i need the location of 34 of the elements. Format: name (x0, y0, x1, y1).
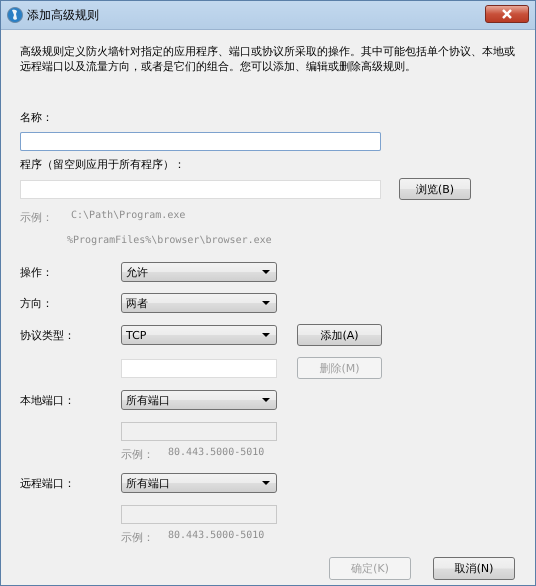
program-field[interactable] (20, 180, 381, 198)
port-label: 本地端口： (20, 392, 76, 408)
dropdown-arrow-icon (262, 398, 270, 402)
dropdown-arrow-icon (262, 481, 270, 485)
protocol-dropdown[interactable]: TCP (121, 325, 277, 345)
name-field[interactable] (20, 132, 381, 151)
example-label: 示例： (121, 530, 154, 545)
port-dropdown[interactable]: 所有端口 (121, 390, 277, 410)
example-label: 示例： (20, 210, 53, 225)
dropdown-arrow-icon (262, 301, 270, 305)
description-text: 高级规则定义防火墙针对指定的应用程序、端口或协议所采取的操作。其中可能包括单个协议、本地或远程端口以及流量方向，或者是它们的组合。您可以添加、编辑或删除高级规则。 (20, 44, 516, 74)
port-example: 80.443.5000-5010 (168, 530, 264, 543)
field-label: 方向： (20, 296, 54, 310)
example-label: 示例： (121, 447, 154, 462)
protocol-field[interactable] (121, 358, 277, 378)
name-label: 名称： (20, 110, 54, 125)
close-icon (501, 9, 513, 19)
example-path: %ProgramFiles%\browser\browser.exe (67, 235, 272, 246)
program-label: 程序（留空则应用于所有程序）： (20, 157, 186, 172)
field-label: 操作： (20, 264, 54, 280)
dropdown[interactable]: 允许 (121, 262, 277, 282)
dropdown-arrow-icon (262, 270, 270, 274)
port-label: 远程端口： (20, 476, 76, 490)
close-button[interactable] (485, 5, 529, 23)
dropdown-arrow-icon (262, 333, 270, 337)
port-dropdown[interactable]: 所有端口 (121, 473, 277, 493)
add-button[interactable]: 添加(A) (297, 324, 382, 346)
dropdown[interactable]: 两者 (121, 293, 277, 313)
browse-button[interactable]: 浏览(B) (399, 178, 471, 200)
dialog-button[interactable]: 取消(N) (433, 557, 515, 580)
window-title: 添加高级规则 (27, 6, 99, 24)
protocol-label: 协议类型： (20, 328, 76, 342)
example-path: C:\Path\Program.exe (71, 210, 186, 223)
port-example: 80.443.5000-5010 (168, 447, 264, 460)
